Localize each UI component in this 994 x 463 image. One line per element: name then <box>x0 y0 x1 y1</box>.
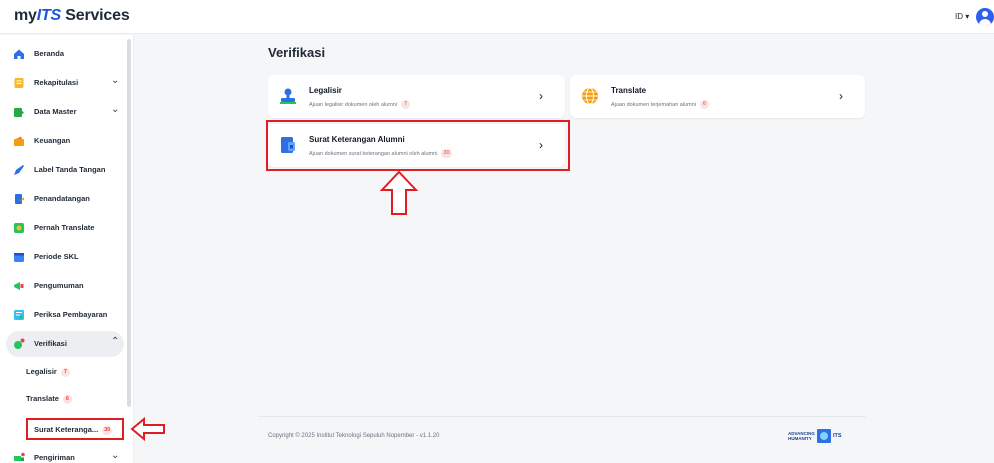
card-title: Translate <box>611 86 647 95</box>
sidebar-item-label: Periksa Pembayaran <box>34 310 108 319</box>
count-badge: 6 <box>700 100 709 109</box>
chevron-down-icon: ⌄ <box>111 104 120 115</box>
sidebar-item-penandatangan[interactable]: Penandatangan <box>6 186 124 212</box>
count-badge: 7 <box>60 367 70 377</box>
sidebar-item-pengiriman[interactable]: Pengiriman ⌄ <box>6 445 124 463</box>
user-avatar[interactable] <box>976 8 994 26</box>
annotation-arrow-left-icon <box>130 417 165 441</box>
sidebar-item-periksa-pembayaran[interactable]: Periksa Pembayaran <box>6 302 124 328</box>
language-selector[interactable]: ID ▾ <box>955 12 969 21</box>
avatar-head <box>982 11 988 17</box>
sidebar-item-label: Pernah Translate <box>34 223 95 232</box>
sidebar-item-pengumuman[interactable]: Pengumuman <box>6 273 124 299</box>
sidebar-item-label: Rekapitulasi <box>34 78 79 87</box>
count-badge: 6 <box>62 394 72 404</box>
sidebar-subitem-surat-keterangan[interactable]: Surat Keterangа... 30 <box>26 418 124 440</box>
sidebar-item-label: Keuangan <box>34 136 71 145</box>
sidebar-item-label: Periode SKL <box>34 252 79 261</box>
top-bar: myITS Services ID ▾ <box>0 0 994 34</box>
calendar-icon <box>14 253 24 262</box>
verify-icon <box>14 338 25 349</box>
annotation-arrow-up-icon <box>379 170 419 215</box>
sidebar: Beranda Rekapitulasi ⌄ Data Master ⌄ Keu… <box>0 35 134 463</box>
logo-prefix: my <box>14 7 37 24</box>
document-icon <box>14 78 24 88</box>
card-legalisir[interactable]: Legalisir Ajuan legalisir dokumen oleh a… <box>268 75 565 118</box>
chevron-down-icon: ⌄ <box>111 75 120 86</box>
sidebar-item-label: Label Tanda Tangan <box>34 165 106 174</box>
chevron-down-icon: ⌄ <box>111 450 120 461</box>
highlight-box <box>266 120 570 171</box>
sidebar-item-beranda[interactable]: Beranda <box>6 41 124 67</box>
sidebar-item-label: Beranda <box>34 49 65 58</box>
sidebar-subitem-translate[interactable]: Translate 6 <box>26 394 72 404</box>
folder-icon <box>14 108 24 117</box>
translate-icon <box>14 223 24 233</box>
sidebar-item-verifikasi[interactable]: Verifikasi ⌃ <box>6 331 124 357</box>
sidebar-item-data-master[interactable]: Data Master ⌄ <box>6 99 124 125</box>
sidebar-subitem-legalisir[interactable]: Legalisir 7 <box>26 367 70 377</box>
logo-suffix: Services <box>61 7 130 24</box>
sidebar-item-label: Data Master <box>34 107 77 116</box>
wallet-icon <box>14 136 24 146</box>
its-footer-logo: ADVANCING HUMANITY ITS <box>788 429 842 443</box>
globe-icon <box>582 87 598 105</box>
sidebar-item-keuangan[interactable]: Keuangan <box>6 128 124 154</box>
sidebar-item-label: Pengumuman <box>34 281 84 290</box>
signer-icon <box>15 194 24 204</box>
megaphone-icon <box>14 282 24 290</box>
page-title: Verifikasi <box>268 45 326 60</box>
sidebar-item-label: Penandatangan <box>34 194 90 203</box>
truck-icon <box>14 452 25 461</box>
logo-text-humanity: HUMANITY <box>788 436 812 441</box>
logo-brand: ITS <box>36 7 62 24</box>
subitem-label: Legalisir <box>26 367 57 376</box>
sidebar-item-pernah-translate[interactable]: Pernah Translate <box>6 215 124 241</box>
card-translate[interactable]: Translate Ajuan dokumen terjemahan alumn… <box>570 75 865 118</box>
card-subtitle: Ajuan dokumen terjemahan alumni 6 <box>611 100 709 109</box>
subitem-label: Surat Keterangа... <box>34 425 99 434</box>
copyright-text: Copyright © 2025 Institut Teknologi Sepu… <box>268 433 440 439</box>
logo-text-its: ITS <box>833 433 842 439</box>
avatar-body <box>979 19 991 26</box>
chevron-right-icon: › <box>539 89 543 103</box>
sidebar-item-rekapitulasi[interactable]: Rekapitulasi ⌄ <box>6 70 124 96</box>
sidebar-scrollbar[interactable] <box>127 39 131 407</box>
receipt-icon <box>14 310 24 320</box>
pen-icon <box>14 165 24 175</box>
sidebar-item-label: Verifikasi <box>34 339 67 348</box>
card-title: Legalisir <box>309 86 342 95</box>
home-icon <box>14 49 24 59</box>
chevron-right-icon: › <box>839 89 843 103</box>
app-logo[interactable]: myITS Services <box>14 7 130 25</box>
count-badge: 30 <box>102 425 113 435</box>
footer-divider <box>258 416 866 417</box>
stamp-icon <box>280 88 296 104</box>
sidebar-item-label-tanda-tangan[interactable]: Label Tanda Tangan <box>6 157 124 183</box>
chevron-up-icon: ⌃ <box>111 336 120 347</box>
count-badge: 7 <box>401 100 411 109</box>
sidebar-item-periode-skl[interactable]: Periode SKL <box>6 244 124 270</box>
subitem-label: Translate <box>26 394 59 403</box>
card-subtitle: Ajuan legalisir dokumen oleh alumni 7 <box>309 100 411 109</box>
sidebar-item-label: Pengiriman <box>34 453 75 462</box>
